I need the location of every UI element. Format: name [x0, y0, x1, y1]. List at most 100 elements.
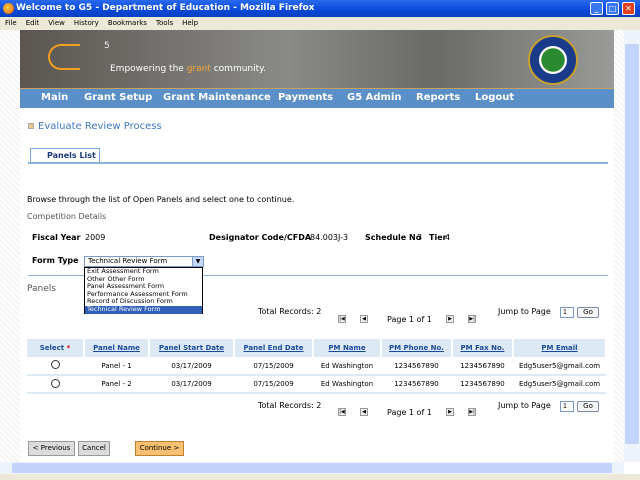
- designator-value: 84.003J-3: [310, 233, 349, 242]
- maximize-button[interactable]: □: [606, 2, 619, 15]
- banner: 5 Empowering the grant community.: [20, 30, 614, 88]
- end-date: 07/15/2009: [234, 375, 313, 394]
- form-type-select[interactable]: Technical Review Form ▼: [84, 256, 204, 267]
- schedule-label: Schedule No: [365, 233, 422, 242]
- tab-panels-list[interactable]: Panels List: [30, 148, 100, 163]
- panel-name: Panel - 2: [84, 375, 149, 394]
- menu-view[interactable]: View: [48, 19, 65, 27]
- required-mark: *: [66, 344, 71, 352]
- department-seal-icon: [528, 35, 578, 85]
- last-page-icon[interactable]: ▶|: [468, 408, 476, 416]
- tier-value: 4: [445, 233, 451, 242]
- jump-label-top: Jump to Page: [498, 307, 551, 316]
- nav-grant-maintenance[interactable]: Grant Maintenance: [163, 92, 271, 103]
- col-pm-name[interactable]: PM Name: [313, 339, 382, 357]
- col-select: Select *: [27, 339, 85, 357]
- previous-button[interactable]: < Previous: [28, 441, 75, 456]
- firefox-icon: [3, 3, 14, 14]
- col-start-date[interactable]: Panel Start Date: [149, 339, 235, 357]
- minimize-button[interactable]: _: [590, 2, 603, 15]
- menu-bar: File Edit View History Bookmarks Tools Help: [0, 17, 640, 30]
- vertical-scroll-thumb[interactable]: [625, 44, 639, 444]
- tagline: Empowering the grant community.: [110, 64, 266, 74]
- prev-page-icon[interactable]: ◀: [360, 315, 368, 323]
- nav-grant-setup[interactable]: Grant Setup: [84, 92, 152, 103]
- col-pm-email[interactable]: PM Email: [513, 339, 607, 357]
- col-end-date[interactable]: Panel End Date: [234, 339, 314, 357]
- pm-email: Edg5user5@gmail.com: [513, 375, 606, 394]
- window-title: Welcome to G5 - Department of Education …: [16, 3, 315, 13]
- continue-button[interactable]: Continue >: [135, 441, 184, 456]
- menu-help[interactable]: Help: [182, 19, 198, 27]
- start-date: 03/17/2009: [149, 357, 234, 376]
- nav-g5-admin[interactable]: G5 Admin: [347, 92, 402, 103]
- panels-table: Select * Panel Name Panel Start Date Pan…: [27, 339, 607, 394]
- total-records-bottom: Total Records: 2: [258, 401, 322, 410]
- next-page-icon[interactable]: ▶: [446, 408, 454, 416]
- cancel-button[interactable]: Cancel: [78, 441, 110, 456]
- start-date: 03/17/2009: [149, 375, 234, 394]
- last-page-icon[interactable]: ▶|: [468, 315, 476, 323]
- table-row: Panel - 1 03/17/2009 07/15/2009 Ed Washi…: [27, 357, 606, 376]
- nav-payments[interactable]: Payments: [278, 92, 333, 103]
- nav-logout[interactable]: Logout: [475, 92, 514, 103]
- form-type-dropdown: Exit Assessment Form Other Other Form Pa…: [84, 267, 203, 314]
- prev-page-icon[interactable]: ◀: [360, 408, 368, 416]
- next-page-icon[interactable]: ▶: [446, 315, 454, 323]
- window-title-bar: Welcome to G5 - Department of Education …: [0, 0, 640, 17]
- bullet-icon: [28, 123, 34, 129]
- pm-name: Ed Washington: [313, 357, 381, 376]
- page-info-top: Page 1 of 1: [387, 315, 432, 324]
- end-date: 07/15/2009: [234, 357, 313, 376]
- chevron-down-icon[interactable]: ▼: [192, 257, 203, 266]
- col-pm-fax[interactable]: PM Fax No.: [452, 339, 514, 357]
- main-nav: Main Grant Setup Grant Maintenance Payme…: [20, 88, 614, 108]
- pm-fax: 1234567890: [452, 357, 513, 376]
- menu-file[interactable]: File: [5, 19, 17, 27]
- fiscal-year-value: 2009: [85, 233, 106, 242]
- menu-bookmarks[interactable]: Bookmarks: [108, 19, 147, 27]
- g5-logo: [48, 44, 80, 70]
- horizontal-scroll-thumb[interactable]: [12, 463, 612, 473]
- close-button[interactable]: ✕: [622, 2, 635, 15]
- page-title-text: Evaluate Review Process: [38, 121, 162, 132]
- col-panel-name[interactable]: Panel Name: [84, 339, 150, 357]
- select-radio[interactable]: [51, 360, 60, 369]
- total-records-top: Total Records: 2: [258, 307, 322, 316]
- competition-heading: Competition Details: [27, 212, 107, 221]
- table-row: Panel - 2 03/17/2009 07/15/2009 Ed Washi…: [27, 375, 606, 394]
- col-pm-phone[interactable]: PM Phone No.: [381, 339, 453, 357]
- nav-main[interactable]: Main: [41, 92, 68, 103]
- select-radio[interactable]: [51, 378, 60, 388]
- jump-label-bottom: Jump to Page: [498, 401, 551, 410]
- go-button-bottom[interactable]: Go: [577, 401, 599, 412]
- first-page-icon[interactable]: |◀: [338, 408, 346, 416]
- tier-label: Tier: [429, 233, 447, 242]
- form-type-selected: Technical Review Form: [88, 257, 168, 265]
- go-button-top[interactable]: Go: [577, 307, 599, 318]
- vertical-scrollbar[interactable]: [624, 30, 640, 462]
- horizontal-scrollbar[interactable]: [0, 462, 624, 474]
- page-title: Evaluate Review Process: [28, 121, 162, 132]
- first-page-icon[interactable]: |◀: [338, 315, 346, 323]
- col-select-label: Select: [39, 344, 65, 352]
- tagline-text: Empowering the: [110, 64, 187, 74]
- nav-reports[interactable]: Reports: [416, 92, 460, 103]
- panel-name: Panel - 1: [84, 357, 149, 376]
- fiscal-year-label: Fiscal Year: [32, 233, 81, 242]
- tab-label: Panels List: [47, 151, 96, 160]
- page: 5 Empowering the grant community. Main G…: [20, 30, 614, 462]
- tab-divider: [28, 162, 608, 164]
- page-info-bottom: Page 1 of 1: [387, 408, 432, 417]
- pm-email: Edg5user5@gmail.com: [513, 357, 606, 376]
- menu-history[interactable]: History: [74, 19, 99, 27]
- panels-heading: Panels: [27, 284, 56, 294]
- jump-page-input-top[interactable]: [560, 307, 574, 318]
- tagline-end: community.: [210, 64, 267, 74]
- jump-page-input-bottom[interactable]: [560, 401, 574, 412]
- option-technical-review[interactable]: Technical Review Form: [85, 305, 202, 314]
- pm-phone: 1234567890: [381, 375, 452, 394]
- menu-tools[interactable]: Tools: [156, 19, 173, 27]
- pm-name: Ed Washington: [313, 375, 381, 394]
- menu-edit[interactable]: Edit: [26, 19, 40, 27]
